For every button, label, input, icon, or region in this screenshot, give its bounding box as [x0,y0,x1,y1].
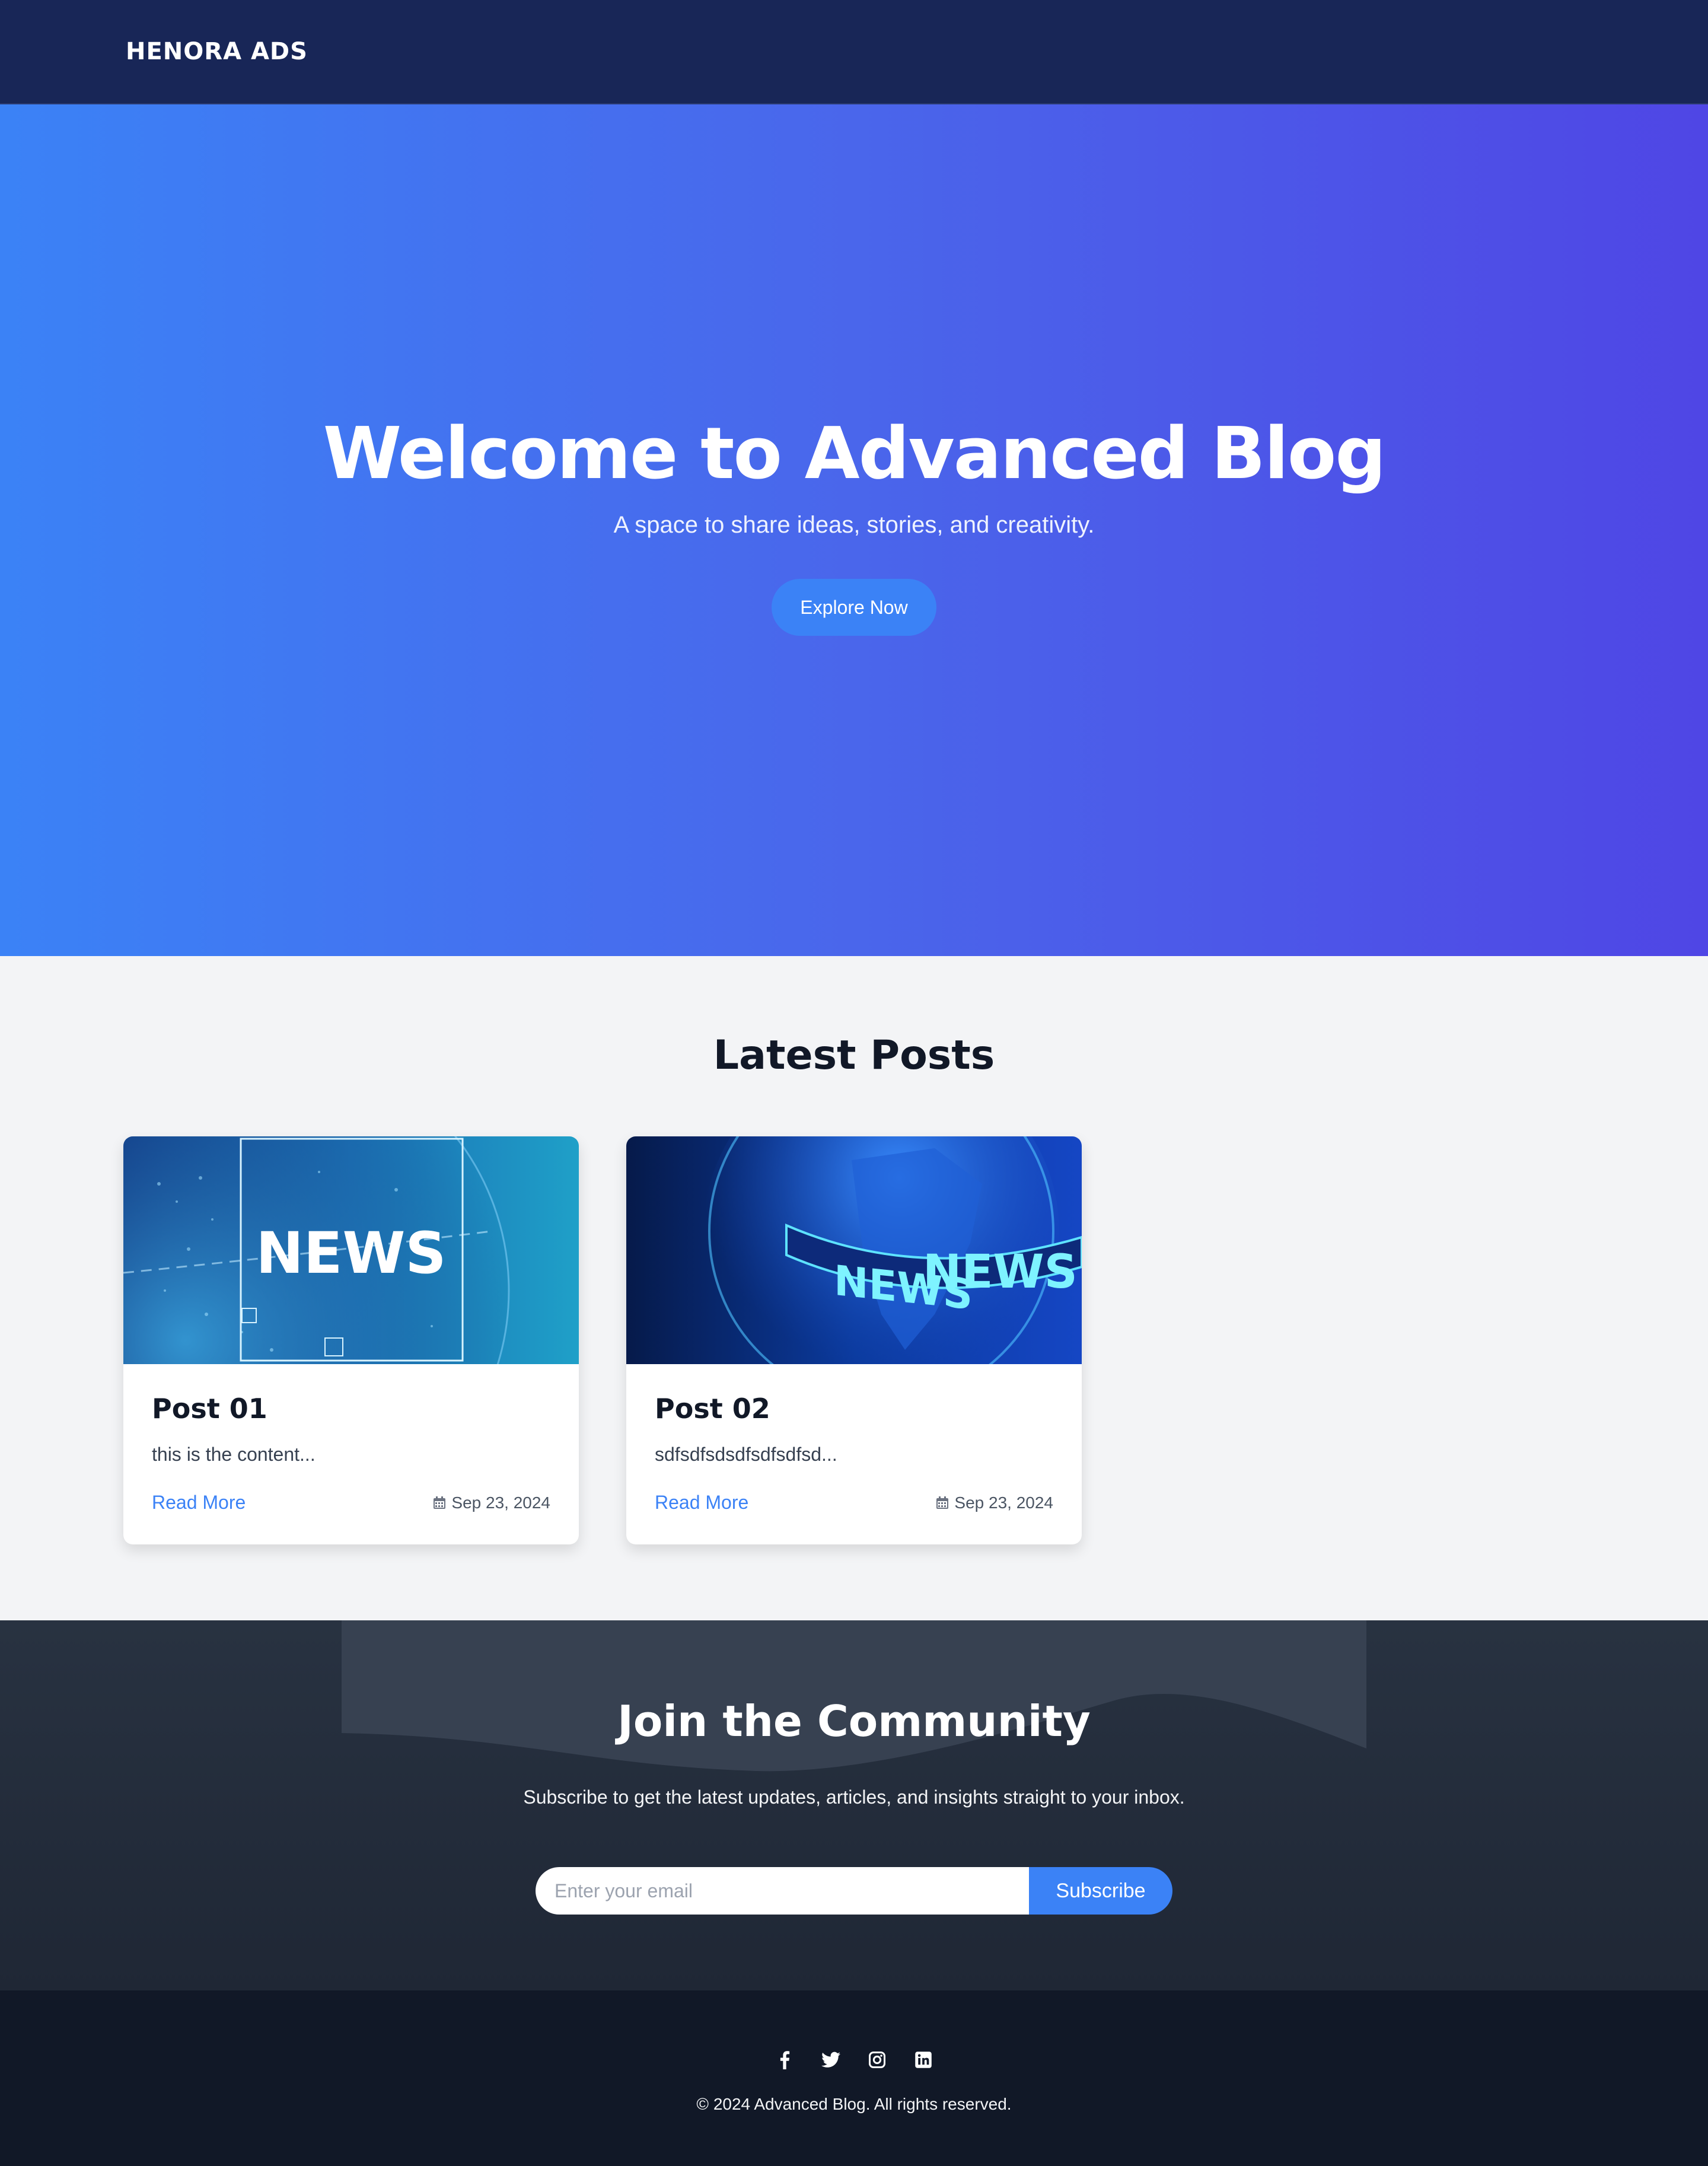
calendar-icon [434,1496,446,1509]
post-card-body: Post 02 sdfsdfsdsdfsdfsdfsd... Read More… [626,1364,1082,1544]
instagram-icon[interactable] [867,2050,887,2070]
social-links [0,2050,1708,2070]
latest-posts-title: Latest Posts [713,1032,995,1079]
post-excerpt: sdfsdfsdsdfsdfsdfsd... [655,1444,837,1465]
hero-title: Welcome to Advanced Blog [323,413,1386,495]
post-footer: Read More Sep 23, 2024 [152,1492,550,1514]
post-title[interactable]: Post 01 [152,1393,550,1425]
site-logo[interactable]: HENORA ADS [126,38,308,65]
explore-now-button[interactable]: Explore Now [772,579,936,636]
read-more-link[interactable]: Read More [655,1492,748,1514]
svg-text:NEWS: NEWS [256,1220,447,1286]
post-image[interactable]: NEWS [123,1136,579,1364]
post-date: Sep 23, 2024 [935,1493,1053,1512]
post-card-body: Post 01 this is the content... Read More… [123,1364,579,1544]
post-card: NEWS Post 01 this is the content... Read… [123,1136,579,1544]
community-description: Subscribe to get the latest updates, art… [523,1786,1185,1808]
hero-section: Welcome to Advanced Blog A space to shar… [0,104,1708,956]
latest-posts-section: Latest Posts NEWS Post 01 this is the co… [0,956,1708,1620]
svg-text:NEWS: NEWS [923,1246,1078,1299]
copyright-text: © 2024 Advanced Blog. All rights reserve… [696,2095,1012,2113]
linkedin-icon[interactable] [913,2050,933,2070]
news-globe-image: NEWS [123,1136,579,1364]
calendar-icon [936,1496,949,1509]
community-title: Join the Community [617,1696,1091,1746]
subscribe-form: Subscribe [536,1867,1172,1915]
facebook-icon[interactable] [775,2050,795,2070]
post-date-text: Sep 23, 2024 [451,1493,550,1512]
hero-subtitle: A space to share ideas, stories, and cre… [613,512,1095,538]
read-more-link[interactable]: Read More [152,1492,246,1514]
community-section: Join the Community Subscribe to get the … [0,1620,1708,1990]
email-input[interactable] [536,1867,1029,1915]
navbar: HENORA ADS [0,0,1708,104]
twitter-icon[interactable] [821,2050,841,2070]
post-date: Sep 23, 2024 [432,1493,550,1512]
post-footer: Read More Sep 23, 2024 [655,1492,1053,1514]
post-excerpt: this is the content... [152,1444,316,1465]
subscribe-button[interactable]: Subscribe [1029,1867,1172,1915]
footer: © 2024 Advanced Blog. All rights reserve… [0,1990,1708,2166]
post-title[interactable]: Post 02 [655,1393,1053,1425]
news-globe-image: NEWS NEWS [626,1136,1082,1364]
post-card: NEWS NEWS Post 02 sdfsdfsdsdfsdfsdfsd...… [626,1136,1082,1544]
post-image[interactable]: NEWS NEWS [626,1136,1082,1364]
post-date-text: Sep 23, 2024 [954,1493,1053,1512]
